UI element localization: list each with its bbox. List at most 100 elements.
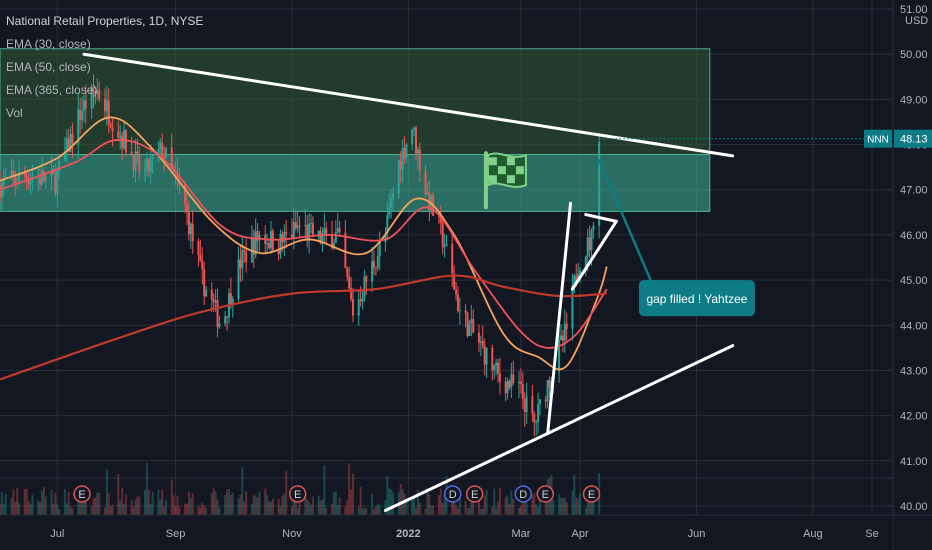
candle-body[interactable] <box>411 129 414 145</box>
candle-body[interactable] <box>498 373 501 382</box>
candle-body[interactable] <box>363 276 366 299</box>
candle-body[interactable] <box>521 384 524 399</box>
candle-body[interactable] <box>374 267 377 269</box>
candle-body[interactable] <box>477 332 480 343</box>
candle-body[interactable] <box>283 231 286 243</box>
candle-body[interactable] <box>371 261 374 282</box>
candle-body[interactable] <box>458 310 461 312</box>
candle-body[interactable] <box>44 175 47 182</box>
earnings-marker[interactable]: E <box>73 485 91 503</box>
candle-body[interactable] <box>266 243 269 245</box>
candle-body[interactable] <box>464 310 467 313</box>
candle-body[interactable] <box>268 243 271 248</box>
candle-body[interactable] <box>245 251 248 263</box>
candle-body[interactable] <box>123 130 126 149</box>
candle-body[interactable] <box>397 159 400 195</box>
legend-ema365[interactable]: EMA (365, close) <box>6 79 203 102</box>
dividend-marker[interactable]: D <box>443 485 462 503</box>
candle-body[interactable] <box>546 380 549 402</box>
candle-body[interactable] <box>518 381 521 384</box>
candle-body[interactable] <box>56 170 59 194</box>
candle-body[interactable] <box>483 345 486 365</box>
candle-body[interactable] <box>310 223 313 225</box>
candle-body[interactable] <box>298 225 301 227</box>
candle-body[interactable] <box>372 261 375 268</box>
candle-body[interactable] <box>161 142 164 157</box>
candle-body[interactable] <box>523 398 526 413</box>
candle-body[interactable] <box>0 185 1 198</box>
candle-body[interactable] <box>531 396 534 414</box>
candle-body[interactable] <box>119 135 122 138</box>
candle-body[interactable] <box>533 413 536 423</box>
candle-body[interactable] <box>29 180 32 185</box>
candle-body[interactable] <box>226 316 229 318</box>
candle-body[interactable] <box>413 127 416 130</box>
candle-body[interactable] <box>334 232 337 243</box>
candle-body[interactable] <box>565 323 568 329</box>
candle-body[interactable] <box>311 223 314 237</box>
candle-body[interactable] <box>571 284 574 329</box>
candle-body[interactable] <box>130 152 133 156</box>
candle-body[interactable] <box>535 421 538 423</box>
candle-body[interactable] <box>39 177 42 185</box>
candle-body[interactable] <box>510 374 513 388</box>
candle-body[interactable] <box>25 176 28 180</box>
candle-body[interactable] <box>506 381 509 394</box>
legend-ema30[interactable]: EMA (30, close) <box>6 33 203 56</box>
candle-body[interactable] <box>455 289 458 295</box>
candle-body[interactable] <box>388 208 391 216</box>
candle-body[interactable] <box>121 135 124 149</box>
candle-body[interactable] <box>136 151 139 155</box>
candle-body[interactable] <box>592 225 595 231</box>
candle-body[interactable] <box>216 300 219 328</box>
candle-body[interactable] <box>285 231 288 235</box>
candle-body[interactable] <box>111 127 114 132</box>
candle-body[interactable] <box>378 242 381 257</box>
candle-body[interactable] <box>185 204 188 213</box>
legend-volume[interactable]: Vol <box>6 102 203 125</box>
candle-body[interactable] <box>145 158 148 170</box>
candle-body[interactable] <box>0 183 3 198</box>
candle-body[interactable] <box>443 246 446 248</box>
candle-body[interactable] <box>117 131 120 138</box>
candle-body[interactable] <box>279 233 282 255</box>
candle-body[interactable] <box>199 254 202 261</box>
candle-body[interactable] <box>290 234 293 238</box>
candle-body[interactable] <box>451 243 454 274</box>
candle-body[interactable] <box>504 381 507 394</box>
candle-body[interactable] <box>325 228 328 234</box>
candle-body[interactable] <box>170 147 173 167</box>
annotation-callout[interactable]: gap filled ! Yahtzee <box>638 280 755 317</box>
candle-body[interactable] <box>441 222 444 248</box>
candle-body[interactable] <box>147 158 150 172</box>
candle-body[interactable] <box>563 323 566 341</box>
candle-body[interactable] <box>491 347 494 371</box>
candle-body[interactable] <box>376 256 379 268</box>
candle-body[interactable] <box>466 312 469 337</box>
candle-body[interactable] <box>344 232 347 269</box>
candle-body[interactable] <box>544 399 547 402</box>
earnings-marker[interactable]: E <box>288 485 307 503</box>
candle-body[interactable] <box>243 250 246 252</box>
candle-body[interactable] <box>292 221 295 238</box>
candle-body[interactable] <box>481 340 484 346</box>
candle-body[interactable] <box>239 259 242 269</box>
candle-body[interactable] <box>424 171 427 195</box>
candle-body[interactable] <box>519 381 522 385</box>
candle-body[interactable] <box>212 299 215 303</box>
candle-body[interactable] <box>203 269 206 297</box>
candle-body[interactable] <box>479 340 482 343</box>
candle-body[interactable] <box>537 403 540 422</box>
candle-body[interactable] <box>346 268 349 277</box>
currency-label[interactable]: USD <box>905 15 928 27</box>
candle-body[interactable] <box>365 276 368 282</box>
candle-body[interactable] <box>138 154 141 172</box>
candle-body[interactable] <box>336 228 339 233</box>
candle-body[interactable] <box>525 396 528 413</box>
candle-body[interactable] <box>561 335 564 341</box>
candle-body[interactable] <box>218 323 221 328</box>
candle-body[interactable] <box>472 319 475 333</box>
candle-body[interactable] <box>403 148 406 159</box>
candle-body[interactable] <box>210 289 213 300</box>
candle-body[interactable] <box>357 299 360 316</box>
